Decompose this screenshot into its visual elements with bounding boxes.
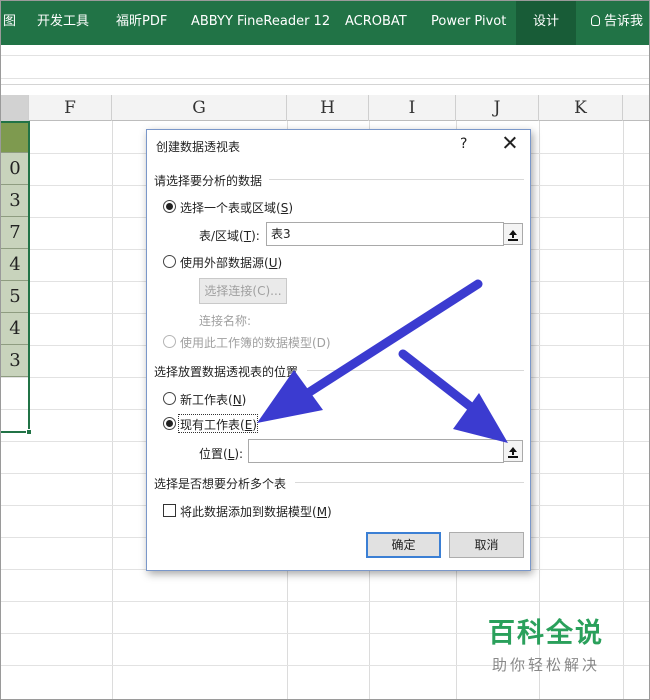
excel-window: 图 开发工具 福昕PDF ABBYY FineReader 12 ACROBAT… xyxy=(0,0,650,700)
watermark-subtitle: 助你轻松解决 xyxy=(491,656,600,674)
add-to-data-model-label[interactable]: 将此数据添加到数据模型(M) xyxy=(180,503,332,520)
watermark-title: 百科全说 xyxy=(488,618,604,649)
gridline xyxy=(1,601,649,602)
range-input[interactable]: 表3 xyxy=(266,222,504,246)
ribbon-tab-bar: 图 开发工具 福昕PDF ABBYY FineReader 12 ACROBAT… xyxy=(1,1,649,45)
radio-new-worksheet[interactable] xyxy=(163,392,176,405)
collapse-dialog-icon[interactable] xyxy=(503,223,523,245)
create-pivottable-dialog: 创建数据透视表 ? 请选择要分析的数据 选择一个表或区域(S) 表/区域(T):… xyxy=(146,129,531,571)
radio-select-table[interactable] xyxy=(163,200,176,213)
gridline xyxy=(623,121,624,699)
column-header-k[interactable]: K xyxy=(539,95,623,121)
tell-me-label: 告诉我 xyxy=(604,14,644,29)
range-label: 表/区域(T): xyxy=(199,229,260,243)
column-header-f[interactable]: F xyxy=(29,95,112,121)
dialog-title: 创建数据透视表 xyxy=(156,140,241,154)
formula-bar[interactable] xyxy=(1,55,649,79)
lightbulb-icon xyxy=(591,15,600,26)
tab-acrobat[interactable]: ACROBAT xyxy=(345,1,407,45)
radio-data-model[interactable] xyxy=(163,335,176,348)
collapse-dialog-icon[interactable] xyxy=(503,440,523,462)
section-choose-data: 请选择要分析的数据 xyxy=(154,174,263,188)
connection-name-label: 连接名称: xyxy=(199,314,252,328)
section-divider xyxy=(307,370,524,371)
location-input[interactable] xyxy=(248,439,504,463)
column-header-j[interactable]: J xyxy=(456,95,539,121)
column-header-h[interactable]: H xyxy=(287,95,369,121)
tab-developer[interactable]: 开发工具 xyxy=(37,1,89,45)
section-multiple-tables: 选择是否想要分析多个表 xyxy=(154,477,287,491)
tab-foxit-pdf[interactable]: 福昕PDF xyxy=(116,1,167,45)
tab-power-pivot[interactable]: Power Pivot xyxy=(431,1,506,45)
column-header-g[interactable]: G xyxy=(112,95,287,121)
watermark: 百科全说 助你轻松解决 xyxy=(481,611,611,675)
radio-existing-worksheet[interactable] xyxy=(163,417,176,430)
tell-me-box[interactable]: 告诉我 xyxy=(591,1,643,45)
location-label: 位置(L): xyxy=(199,447,244,461)
section-divider xyxy=(269,179,524,180)
close-icon[interactable] xyxy=(499,132,521,154)
tab-design[interactable]: 设计 xyxy=(516,1,576,45)
help-button[interactable]: ? xyxy=(460,136,467,152)
formula-area xyxy=(1,45,649,85)
selection-border xyxy=(1,121,30,433)
radio-data-model-label[interactable]: 使用此工作簿的数据模型(D) xyxy=(180,334,331,351)
cancel-button[interactable]: 取消 xyxy=(449,532,524,558)
radio-external-source-label[interactable]: 使用外部数据源(U) xyxy=(180,254,282,271)
fill-handle[interactable] xyxy=(26,429,32,435)
radio-new-worksheet-label[interactable]: 新工作表(N) xyxy=(180,391,246,408)
column-header-row: F G H I J K xyxy=(1,95,649,121)
gridline xyxy=(112,121,113,699)
column-header-l[interactable] xyxy=(623,95,649,121)
tab-abbyy[interactable]: ABBYY FineReader 12 xyxy=(191,1,330,45)
column-header-e[interactable] xyxy=(1,95,29,121)
ok-button[interactable]: 确定 xyxy=(366,532,441,558)
column-header-i[interactable]: I xyxy=(369,95,456,121)
radio-select-table-label[interactable]: 选择一个表或区域(S) xyxy=(180,199,293,216)
add-to-data-model-checkbox[interactable] xyxy=(163,504,176,517)
section-choose-location: 选择放置数据透视表的位置 xyxy=(154,365,299,379)
choose-connection-button[interactable]: 选择连接(C)... xyxy=(199,278,287,304)
radio-external-source[interactable] xyxy=(163,255,176,268)
tab-partial[interactable]: 图 xyxy=(3,1,16,45)
radio-existing-worksheet-label[interactable]: 现有工作表(E) xyxy=(180,416,257,433)
section-divider xyxy=(295,482,524,483)
